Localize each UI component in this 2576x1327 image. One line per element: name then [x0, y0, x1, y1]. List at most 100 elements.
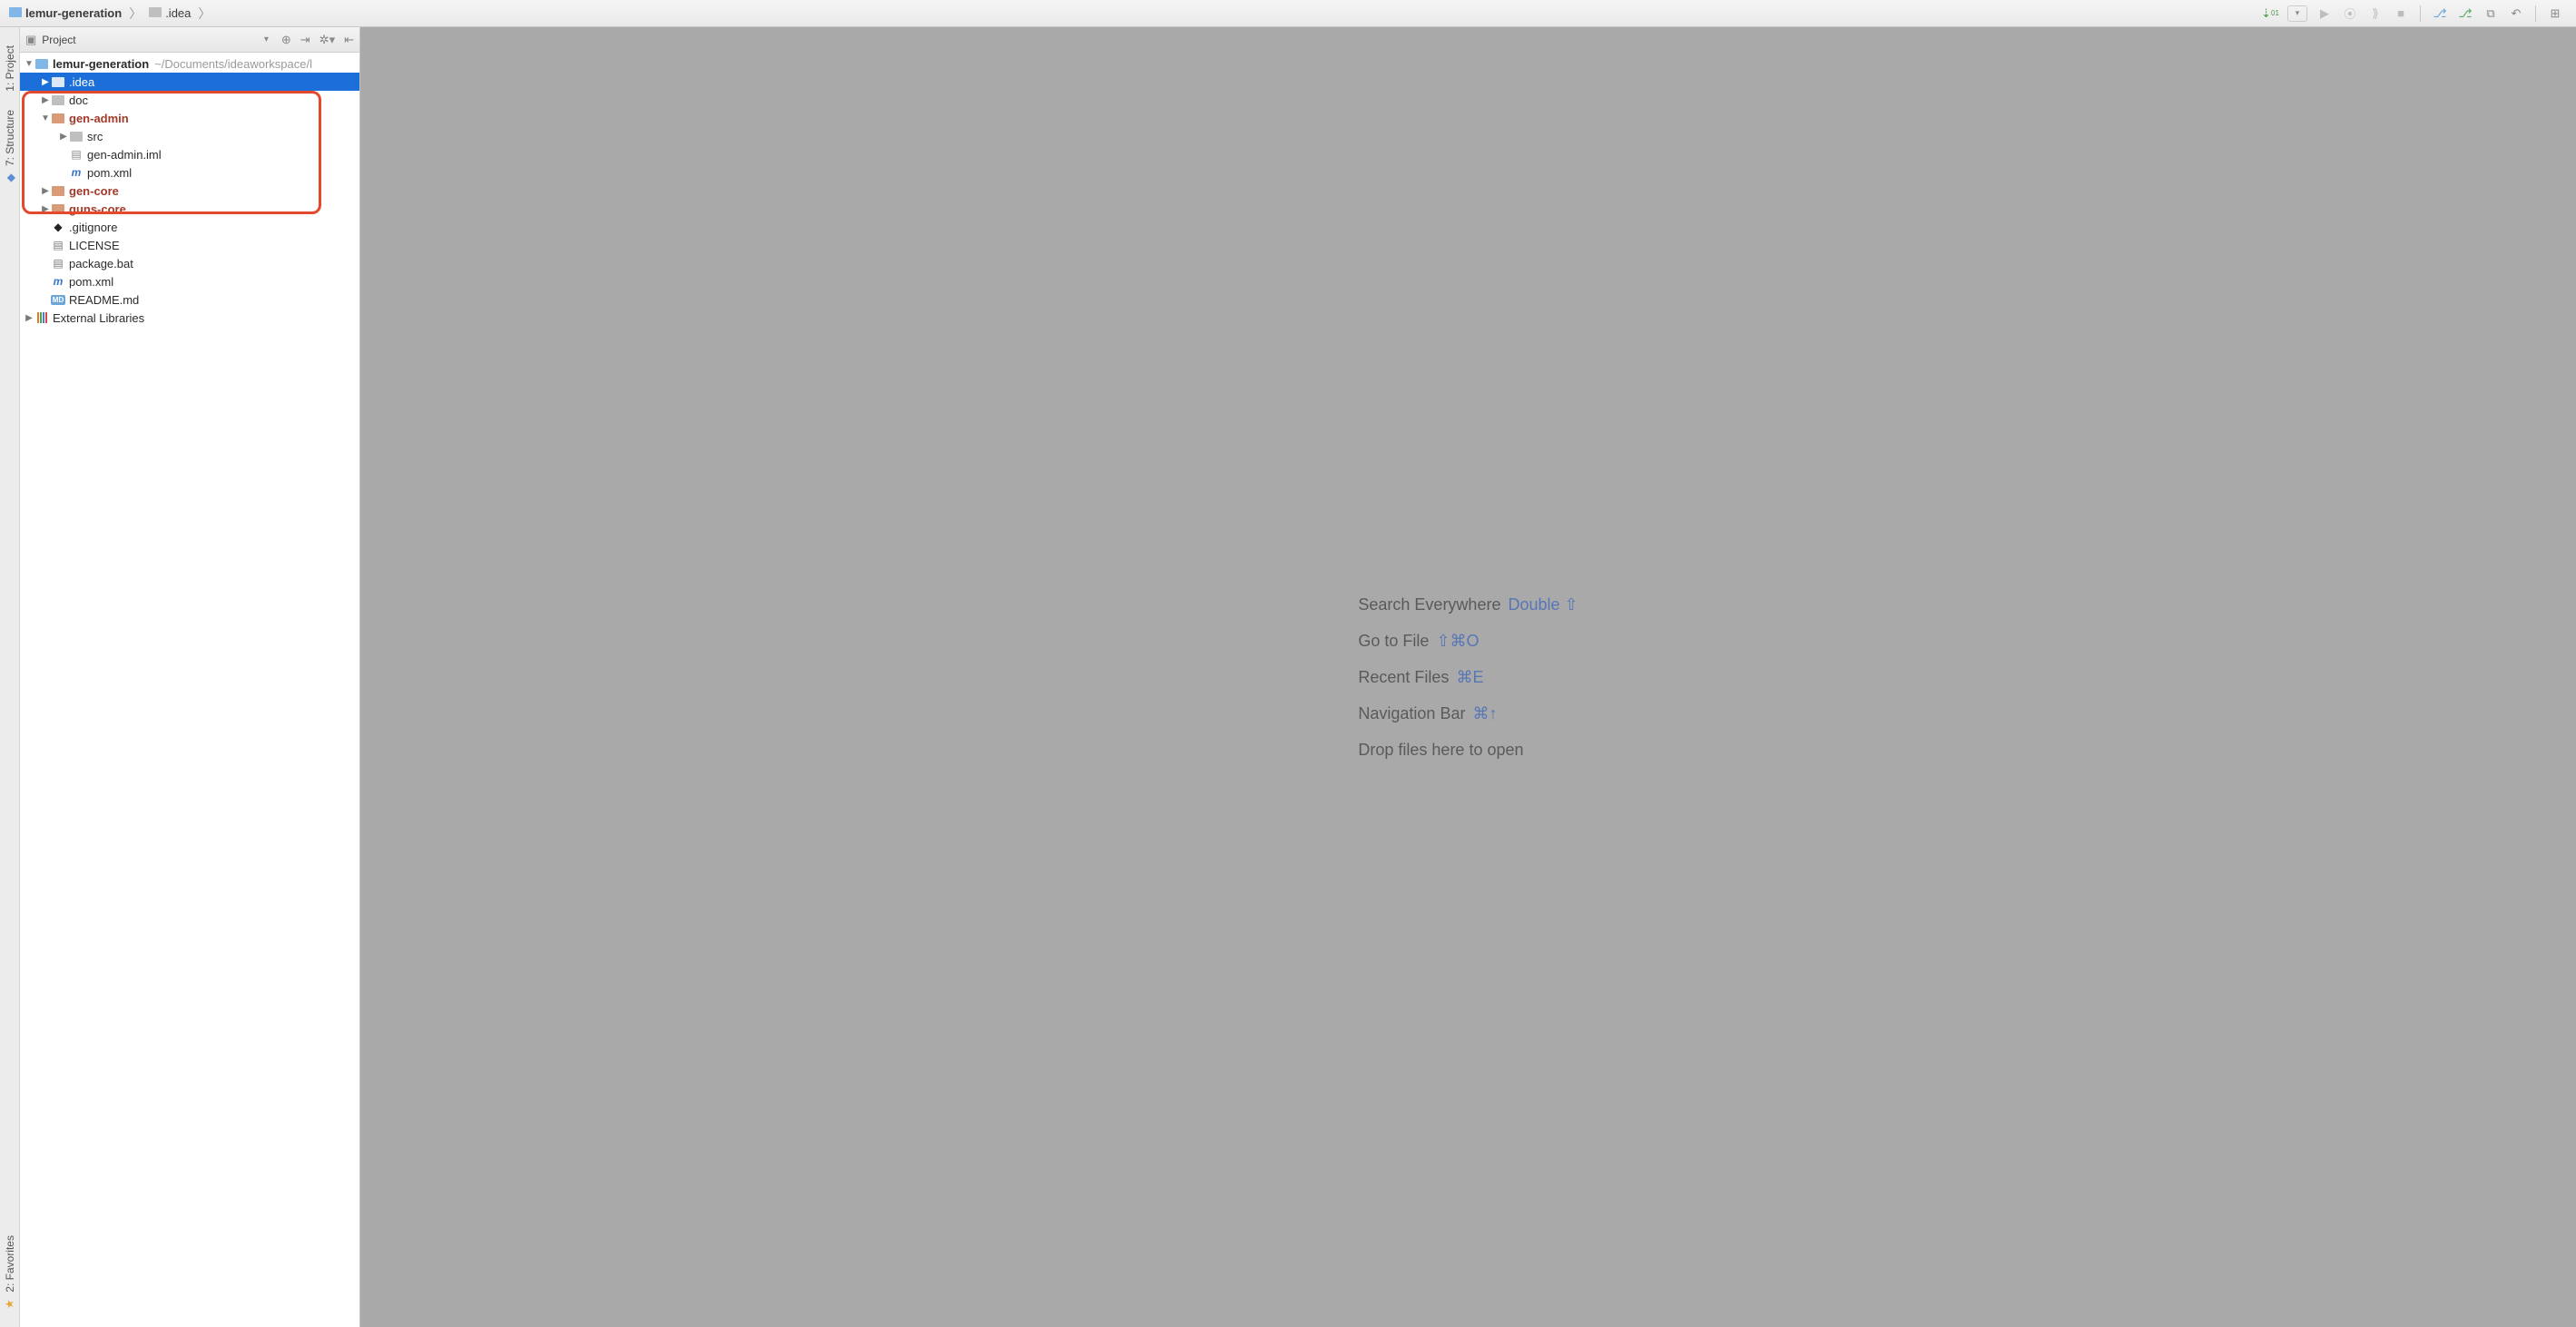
iml-file-icon: ▤: [69, 147, 84, 162]
tree-item-pom-xml-root[interactable]: • m pom.xml: [20, 272, 359, 290]
breadcrumb-root[interactable]: lemur-generation: [7, 5, 123, 22]
tree-item-gen-admin[interactable]: ▼ gen-admin: [20, 109, 359, 127]
tree-root-label: lemur-generation: [53, 57, 149, 71]
tree-root-path: ~/Documents/ideaworkspace/l: [154, 57, 312, 71]
tree-item-label: LICENSE: [69, 239, 120, 252]
hint-navbar-shortcut: ⌘↑: [1472, 695, 1497, 732]
separator: [2535, 5, 2536, 22]
project-tree[interactable]: ▼ lemur-generation ~/Documents/ideaworks…: [20, 53, 359, 1327]
breadcrumb[interactable]: lemur-generation 〉 .idea 〉: [7, 5, 2262, 23]
main-area: 1: Project ◆ 7: Structure ★ 2: Favorites…: [0, 27, 2576, 1327]
expand-arrow-icon[interactable]: ▼: [40, 113, 51, 123]
tree-item-gen-admin-iml[interactable]: • ▤ gen-admin.iml: [20, 145, 359, 163]
tree-item-src[interactable]: ▶ src: [20, 127, 359, 145]
tree-item-package-bat[interactable]: • ▤ package.bat: [20, 254, 359, 272]
tree-item-label: README.md: [69, 293, 139, 307]
tree-item-label: .idea: [69, 75, 94, 89]
tree-item-pom-xml[interactable]: • m pom.xml: [20, 163, 359, 182]
tree-item-label: .gitignore: [69, 221, 117, 234]
hint-search-shortcut: Double ⇧: [1508, 586, 1578, 623]
tree-item-label: pom.xml: [87, 166, 132, 180]
toolwindow-favorites-button[interactable]: ★ 2: Favorites: [2, 1226, 18, 1320]
vcs-commit-icon[interactable]: ⎇: [2457, 5, 2473, 22]
expand-arrow-icon[interactable]: ▼: [24, 59, 34, 69]
vcs-history-icon[interactable]: ⧉: [2483, 5, 2499, 22]
tree-item-label: External Libraries: [53, 311, 144, 325]
toolwindow-structure-label: 7: Structure: [4, 110, 16, 166]
tree-item-label: src: [87, 130, 103, 143]
hint-search-label: Search Everywhere: [1358, 586, 1500, 623]
tree-item-gen-core[interactable]: ▶ gen-core: [20, 182, 359, 200]
expand-arrow-icon[interactable]: ▶: [24, 313, 34, 323]
settings-gear-icon[interactable]: ✲▾: [320, 33, 335, 47]
editor-empty-area[interactable]: Search Everywhere Double ⇧ Go to File ⇧⌘…: [360, 27, 2576, 1327]
breadcrumb-root-label: lemur-generation: [25, 6, 122, 20]
text-file-icon: ▤: [51, 238, 65, 252]
toolwindow-project-label: 1: Project: [4, 45, 16, 92]
toolwindow-favorites-label: 2: Favorites: [4, 1235, 16, 1293]
markdown-file-icon: MD: [51, 292, 65, 307]
tree-item-label: gen-admin: [69, 112, 129, 125]
text-file-icon: ▤: [51, 256, 65, 270]
tree-item-guns-core[interactable]: ▶ guns-core: [20, 200, 359, 218]
tree-item-label: guns-core: [69, 202, 126, 216]
structure-icon[interactable]: ⊞: [2547, 5, 2563, 22]
update-icon[interactable]: ⇣01: [2262, 5, 2278, 22]
toolwindow-structure-button[interactable]: ◆ 7: Structure: [2, 101, 18, 193]
chevron-right-icon: 〉: [129, 5, 142, 23]
hint-recent-shortcut: ⌘E: [1456, 659, 1483, 695]
tree-root[interactable]: ▼ lemur-generation ~/Documents/ideaworks…: [20, 54, 359, 73]
tree-item-doc[interactable]: ▶ doc: [20, 91, 359, 109]
folder-icon: [69, 129, 84, 143]
hint-dropfiles-label: Drop files here to open: [1358, 732, 1523, 768]
module-folder-icon: [51, 202, 65, 216]
tree-item-license[interactable]: • ▤ LICENSE: [20, 236, 359, 254]
expand-arrow-icon[interactable]: ▶: [40, 95, 51, 105]
project-view-icon: ▣: [25, 33, 36, 47]
tree-item-external-libraries[interactable]: ▶ External Libraries: [20, 309, 359, 327]
folder-icon: [149, 6, 162, 20]
hint-gotofile-label: Go to File: [1358, 623, 1429, 659]
maven-file-icon: m: [69, 165, 84, 180]
stop-icon[interactable]: ■: [2393, 5, 2409, 22]
locate-icon[interactable]: ⊕: [281, 33, 291, 47]
debug-icon[interactable]: ⦿: [2342, 5, 2358, 22]
project-panel-title: Project: [42, 34, 75, 46]
project-panel-header: ▣ Project ▾ ⊕ ⇥ ✲▾ ⇤: [20, 27, 359, 53]
module-folder-icon: [51, 111, 65, 125]
dropdown-icon[interactable]: ▾: [2287, 5, 2307, 22]
expand-arrow-icon[interactable]: ▶: [40, 204, 51, 214]
tree-item-readme[interactable]: • MD README.md: [20, 290, 359, 309]
expand-arrow-icon[interactable]: ▶: [40, 186, 51, 196]
hint-navbar-label: Navigation Bar: [1358, 695, 1465, 732]
breadcrumb-sub[interactable]: .idea: [147, 5, 192, 22]
expand-arrow-icon[interactable]: ▶: [40, 77, 51, 87]
toolwindow-project-button[interactable]: 1: Project: [2, 36, 18, 101]
navigation-bar: lemur-generation 〉 .idea 〉 ⇣01 ▾ ▶ ⦿ ⟫ ■…: [0, 0, 2576, 27]
gitignore-file-icon: ◆: [51, 220, 65, 234]
folder-icon: [9, 6, 22, 20]
hide-icon[interactable]: ⇤: [344, 33, 354, 47]
folder-icon: [51, 93, 65, 107]
tree-item-idea[interactable]: ▶ .idea: [20, 73, 359, 91]
undo-icon[interactable]: ↶: [2508, 5, 2524, 22]
folder-icon: [34, 56, 49, 71]
tree-item-label: gen-core: [69, 184, 119, 198]
module-folder-icon: [51, 183, 65, 198]
coverage-icon[interactable]: ⟫: [2367, 5, 2384, 22]
folder-icon: [51, 74, 65, 89]
vcs-branch-icon[interactable]: ⎇: [2432, 5, 2448, 22]
structure-icon: ◆: [3, 173, 15, 182]
tree-item-gitignore[interactable]: • ◆ .gitignore: [20, 218, 359, 236]
libraries-icon: [34, 310, 49, 325]
separator: [2420, 5, 2421, 22]
collapse-all-icon[interactable]: ⇥: [300, 33, 310, 47]
expand-arrow-icon[interactable]: ▶: [58, 132, 69, 142]
tree-item-label: gen-admin.iml: [87, 148, 162, 162]
breadcrumb-sub-label: .idea: [165, 6, 191, 20]
view-mode-dropdown[interactable]: ▾: [264, 34, 276, 44]
maven-file-icon: m: [51, 274, 65, 289]
run-icon[interactable]: ▶: [2316, 5, 2333, 22]
tree-item-label: pom.xml: [69, 275, 113, 289]
chevron-right-icon: 〉: [198, 5, 211, 23]
